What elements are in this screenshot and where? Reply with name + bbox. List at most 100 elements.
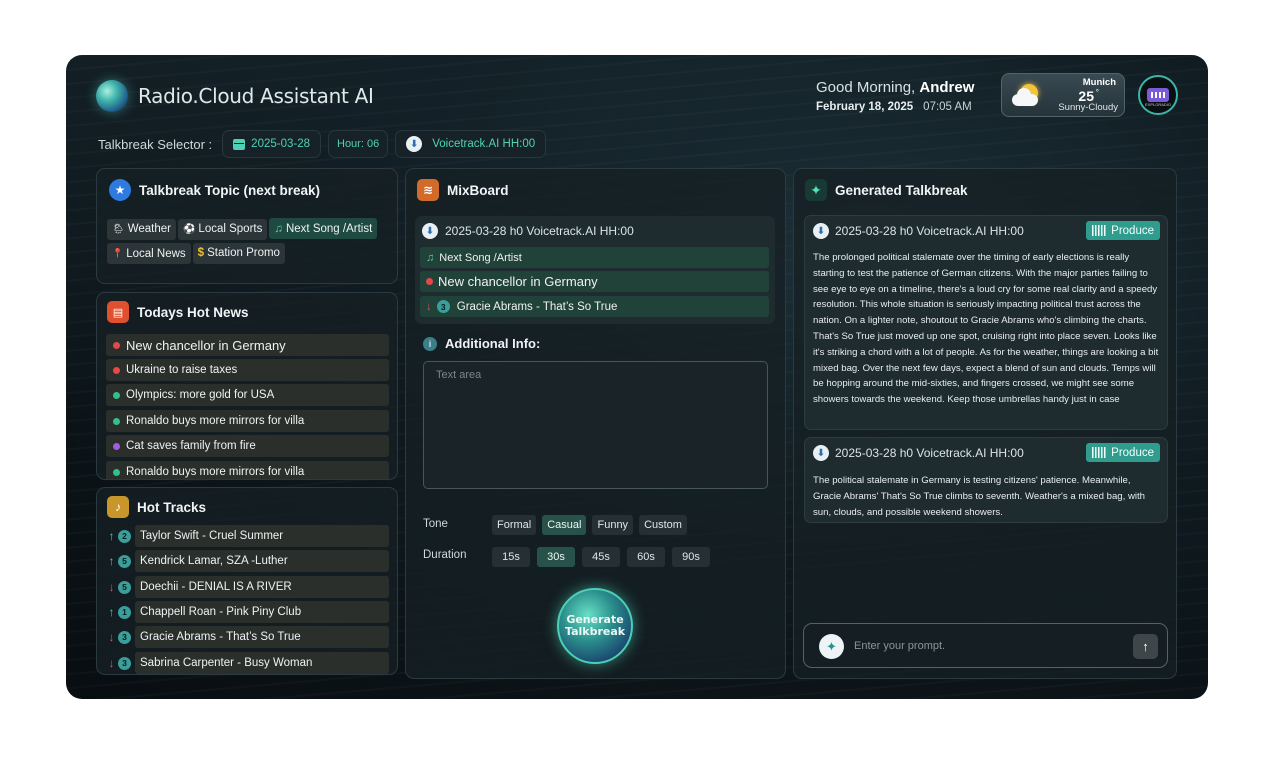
track-label: Doechii - DENIAL IS A RIVER	[135, 576, 389, 598]
news-label: Cat saves family from fire	[126, 440, 256, 452]
voicetrack-icon: ⬇	[422, 223, 438, 239]
card-header: ⬇ 2025-03-28 h0 Voicetrack.AI HH:00	[813, 223, 1024, 239]
sparkle-icon: ✦	[805, 179, 827, 201]
rank-badge: 3	[436, 300, 450, 313]
topic-tag-next-song[interactable]: ♫ Next Song /Artist	[269, 218, 378, 239]
music-file-icon: ♪	[107, 496, 129, 518]
purple-dot-icon	[113, 442, 120, 450]
topic-title-row: ★ Talkbreak Topic (next break)	[109, 179, 320, 201]
news-item[interactable]: Olympics: more gold for USA	[106, 384, 389, 406]
topic-tag-local-sports[interactable]: ⚽ Local Sports	[177, 218, 268, 240]
tag-label: Station Promo	[207, 247, 280, 259]
weather-desc: Sunny-Cloudy	[1058, 102, 1118, 113]
news-item[interactable]: Ronaldo buys more mirrors for villa	[106, 461, 389, 479]
produce-button[interactable]: Produce	[1086, 443, 1160, 462]
topic-tag-weather[interactable]: 🌦 Weather	[107, 218, 176, 240]
hour-value: Hour: 06	[337, 138, 380, 150]
generate-label: Generate Talkbreak	[565, 613, 626, 638]
tag-label: Local News	[126, 247, 186, 260]
app-logo: Radio.Cloud Assistant AI	[96, 80, 374, 112]
tone-casual[interactable]: Casual	[542, 515, 587, 535]
topic-tag-station-promo[interactable]: $ Station Promo	[192, 242, 285, 264]
news-panel: ▤ Todays Hot News New chancellor in Germ…	[96, 292, 398, 480]
track-row[interactable]: ↑ 2 Taylor Swift - Cruel Summer	[106, 525, 389, 547]
weather-widget[interactable]: Munich 25 ° Sunny-Cloudy	[1001, 73, 1125, 117]
voicetrack-icon: ⬇	[813, 445, 829, 461]
generate-talkbreak-button[interactable]: Generate Talkbreak	[557, 588, 633, 664]
talkbreak-selector: Talkbreak Selector : 2025-03-28 Hour: 06…	[98, 130, 547, 158]
prompt-input[interactable]	[854, 637, 1114, 655]
tag-label: Local Sports	[198, 223, 263, 235]
track-row[interactable]: ↑ 1 Chappell Roan - Pink Piny Club	[106, 601, 389, 623]
avatar[interactable]: EXPLORADIO	[1138, 75, 1178, 115]
tone-funny[interactable]: Funny	[592, 515, 634, 535]
track-label: Gracie Abrams - That’s So True	[135, 626, 389, 648]
tracks-title-row: ♪ Hot Tracks	[107, 496, 206, 518]
topic-tag-local-news[interactable]: 📍 Local News	[107, 243, 191, 264]
greeting-date: February 18, 2025 07:05 AM	[816, 101, 974, 113]
layers-icon: ≋	[417, 179, 439, 201]
talkbreak-card: ⬇ 2025-03-28 h0 Voicetrack.AI HH:00 Prod…	[804, 215, 1168, 430]
selector-label: Talkbreak Selector :	[98, 136, 213, 152]
track-row[interactable]: ↓ 5 Doechii - DENIAL IS A RIVER	[106, 576, 389, 598]
rank-badge: 1	[118, 605, 131, 619]
produce-button[interactable]: Produce	[1086, 221, 1160, 240]
tag-label: Next Song /Artist	[285, 222, 373, 235]
voicetrack-icon: ⬇	[406, 136, 423, 152]
news-item[interactable]: Ukraine to raise taxes	[106, 359, 389, 381]
greeting-line: Good Morning, Andrew	[816, 79, 974, 96]
duration-60s[interactable]: 60s	[627, 547, 665, 567]
rank-badge: 3	[118, 630, 131, 644]
queue-item[interactable]: New chancellor in Germany	[420, 271, 769, 292]
additional-info-textarea[interactable]: Text area	[423, 361, 768, 489]
music-note-icon: ♫	[426, 251, 435, 264]
arrow-down-icon: ↓	[426, 300, 432, 313]
send-arrow-icon[interactable]: ↑	[1133, 634, 1158, 659]
greeting-prefix: Good Morning,	[816, 79, 920, 96]
mixboard-queue: ⬇ 2025-03-28 h0 Voicetrack.AI HH:00 ♫ Nex…	[415, 216, 775, 324]
news-label: New chancellor in Germany	[126, 337, 286, 353]
app-window: Radio.Cloud Assistant AI Good Morning, A…	[66, 55, 1208, 699]
newspaper-icon: ▤	[107, 301, 129, 323]
news-label: Ronaldo buys more mirrors for villa	[126, 466, 305, 478]
tone-formal[interactable]: Formal	[492, 515, 537, 535]
arrow-up-icon: ↑	[108, 529, 115, 543]
green-dot-icon	[113, 391, 120, 399]
duration-90s[interactable]: 90s	[672, 547, 710, 567]
duration-30s[interactable]: 30s	[537, 547, 575, 567]
textarea-placeholder: Text area	[436, 369, 482, 381]
news-item[interactable]: Cat saves family from fire	[106, 435, 389, 457]
track-row[interactable]: ↓ 3 Sabrina Carpenter - Busy Woman	[106, 652, 389, 674]
rank-badge: 3	[118, 656, 131, 670]
red-dot-icon	[113, 341, 120, 349]
news-item[interactable]: New chancellor in Germany	[106, 334, 389, 356]
card-header: ⬇ 2025-03-28 h0 Voicetrack.AI HH:00	[813, 445, 1024, 461]
news-item[interactable]: Ronaldo buys more mirrors for villa	[106, 410, 389, 432]
star-badge-icon: ★	[109, 179, 131, 201]
duration-15s[interactable]: 15s	[492, 547, 530, 567]
prompt-bar: ✦ ↑	[803, 623, 1168, 668]
arrow-up-icon: ↑	[108, 605, 115, 619]
voicetrack-value: Voicetrack.AI HH:00	[432, 138, 536, 150]
arrow-down-icon: ↓	[108, 580, 115, 594]
queue-item[interactable]: ↓ 3 Gracie Abrams - That’s So True	[420, 296, 769, 317]
topic-title: Talkbreak Topic (next break)	[139, 182, 321, 198]
voicetrack-icon: ⬇	[813, 223, 829, 239]
generated-panel: ✦ Generated Talkbreak ⬇ 2025-03-28 h0 Vo…	[793, 168, 1177, 679]
date-chip[interactable]: 2025-03-28	[222, 130, 321, 158]
waveform-icon	[1092, 225, 1107, 236]
tone-custom[interactable]: Custom	[639, 515, 687, 535]
tracks-panel: ♪ Hot Tracks ↑ 2 Taylor Swift - Cruel Summ…	[96, 487, 398, 675]
track-label: Chappell Roan - Pink Piny Club	[135, 601, 389, 623]
arrow-up-icon: ↑	[108, 554, 115, 568]
duration-45s[interactable]: 45s	[582, 547, 620, 567]
voicetrack-chip[interactable]: ⬇ Voicetrack.AI HH:00	[395, 130, 547, 158]
sun-cloud-icon	[1012, 82, 1038, 108]
track-row[interactable]: ↑ 5 Kendrick Lamar, SZA -Luther	[106, 550, 389, 572]
track-row[interactable]: ↓ 3 Gracie Abrams - That’s So True	[106, 626, 389, 648]
tracks-title: Hot Tracks	[137, 499, 207, 515]
hour-chip[interactable]: Hour: 06	[328, 130, 389, 158]
generated-title-row: ✦ Generated Talkbreak	[805, 179, 968, 201]
green-dot-icon	[113, 468, 120, 476]
queue-item[interactable]: ♫ Next Song /Artist	[420, 247, 769, 268]
